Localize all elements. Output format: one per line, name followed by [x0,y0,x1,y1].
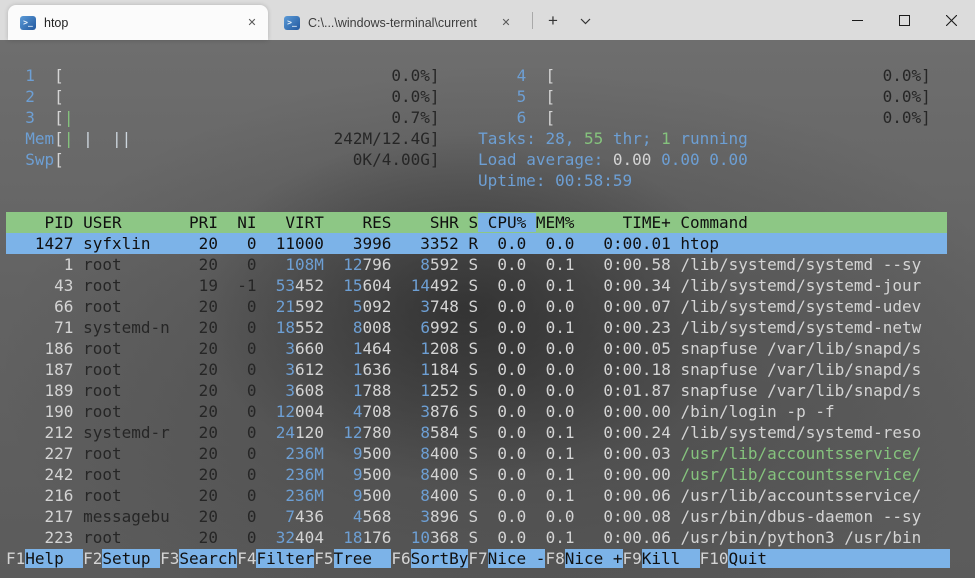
tab-htop[interactable]: >_ htop ✕ [8,5,268,40]
fn-f6-label[interactable]: SortBy [411,549,469,568]
process-row-227[interactable]: 227 root 20 0 236M 9500 8400 S 0.0 0.1 0… [6,443,947,464]
column-header-res[interactable]: RES [334,213,392,232]
new-tab-button[interactable]: + [540,8,566,34]
process-row-190[interactable]: 190 root 20 0 12004 4708 3876 S 0.0 0.0 … [6,401,947,422]
terminal-window: >_ htop ✕ >_ C:\...\windows-terminal\cur… [0,0,975,578]
fn-f7[interactable]: F7 [468,549,487,568]
process-row-43[interactable]: 43 root 19 -1 53452 15604 14492 S 0.0 0.… [6,275,947,296]
titlebar: >_ htop ✕ >_ C:\...\windows-terminal\cur… [0,0,975,40]
process-row-223[interactable]: 223 root 20 0 32404 18176 10368 S 0.0 0.… [6,527,947,548]
tab-windows-terminal-current[interactable]: >_ C:\...\windows-terminal\current ✕ [272,5,522,40]
fn-f2-label[interactable]: Setup [102,549,160,568]
column-header-shr[interactable]: SHR [401,213,459,232]
column-header-s[interactable]: S [468,213,478,232]
process-table-header[interactable]: PID USER PRI NI VIRT RES SHR S CPU% MEM%… [6,212,947,233]
column-header-virt[interactable]: VIRT [266,213,324,232]
fn-f7-label[interactable]: Nice - [488,549,546,568]
process-row-217[interactable]: 217 messagebu 20 0 7436 4568 3896 S 0.0 … [6,506,947,527]
column-header-time[interactable]: TIME+ [584,213,671,232]
chevron-down-icon [580,18,591,25]
process-row-187[interactable]: 187 root 20 0 3612 1636 1184 S 0.0 0.0 0… [6,359,947,380]
close-tab-icon[interactable]: ✕ [244,15,260,31]
fn-f10-label[interactable]: Quit [728,549,767,568]
column-header-pri[interactable]: PRI [189,213,218,232]
function-key-bar: F1Help F2Setup F3SearchF4FilterF5Tree F6… [6,548,947,569]
column-header-user[interactable]: USER [83,213,189,232]
process-row-216[interactable]: 216 root 20 0 236M 9500 8400 S 0.0 0.1 0… [6,485,947,506]
terminal-icon: >_ [284,16,300,30]
maximize-button[interactable] [881,0,928,40]
fn-f8-label[interactable]: Nice + [565,549,623,568]
blank-line [6,191,947,212]
tab-separator [532,12,533,29]
mem-meter-tasks: Mem[| | || 242M/12.4G] Tasks: 28, 55 thr… [6,128,947,149]
column-header-mem[interactable]: MEM% [536,213,575,232]
tab-title: C:\...\windows-terminal\current [308,16,490,30]
process-row-189[interactable]: 189 root 20 0 3608 1788 1252 S 0.0 0.0 0… [6,380,947,401]
fn-f9[interactable]: F9 [623,549,642,568]
terminal-icon: >_ [20,16,36,30]
fn-f6[interactable]: F6 [391,549,410,568]
column-header-ni[interactable]: NI [228,213,257,232]
cpu-meters-2-5: 2 [ 0.0%] 5 [ 0.0%] [6,86,947,107]
fn-f4[interactable]: F4 [237,549,256,568]
process-row-1427[interactable]: 1427 syfxlin 20 0 11000 3996 3352 R 0.0 … [6,233,947,254]
swp-meter-load: Swp[ 0K/4.00G] Load average: 0.00 0.00 0… [6,149,947,170]
close-button[interactable] [928,0,975,40]
fn-f5-label[interactable]: Tree [334,549,392,568]
minimize-button[interactable] [834,0,881,40]
process-row-1[interactable]: 1 root 20 0 108M 12796 8592 S 0.0 0.1 0:… [6,254,947,275]
fn-f1-label[interactable]: Help [25,549,83,568]
cpu-meters-3-6: 3 [| 0.7%] 6 [ 0.0%] [6,107,947,128]
process-row-66[interactable]: 66 root 20 0 21592 5092 3748 S 0.0 0.0 0… [6,296,947,317]
fn-f9-label[interactable]: Kill [642,549,700,568]
process-row-212[interactable]: 212 systemd-r 20 0 24120 12780 8584 S 0.… [6,422,947,443]
fn-f3[interactable]: F3 [160,549,179,568]
maximize-icon [899,15,910,26]
uptime-line: Uptime: 00:58:59 [6,170,947,191]
fn-f8[interactable]: F8 [545,549,564,568]
column-header-pid[interactable]: PID [6,213,73,232]
minimize-icon [852,15,863,26]
process-row-71[interactable]: 71 systemd-n 20 0 18552 8008 6992 S 0.0 … [6,317,947,338]
process-row-242[interactable]: 242 root 20 0 236M 9500 8400 S 0.0 0.1 0… [6,464,947,485]
fn-f5[interactable]: F5 [314,549,333,568]
fn-f1[interactable]: F1 [6,549,25,568]
fn-f2[interactable]: F2 [83,549,102,568]
tab-title: htop [44,16,236,30]
close-tab-icon[interactable]: ✕ [498,15,514,31]
column-header-cpu[interactable]: CPU% [488,213,527,232]
fn-f10[interactable]: F10 [700,549,729,568]
cpu-meters-1-4: 1 [ 0.0%] 4 [ 0.0%] [6,65,947,86]
process-row-186[interactable]: 186 root 20 0 3660 1464 1208 S 0.0 0.0 0… [6,338,947,359]
fn-f3-label[interactable]: Search [179,549,237,568]
tab-dropdown-button[interactable] [572,8,598,34]
terminal-screen: 1 [ 0.0%] 4 [ 0.0%] 2 [ 0.0%] 5 [ 0.0%] … [0,40,975,578]
column-header-command[interactable]: Command [680,213,747,232]
fn-f4-label[interactable]: Filter [256,549,314,568]
close-icon [946,15,957,26]
